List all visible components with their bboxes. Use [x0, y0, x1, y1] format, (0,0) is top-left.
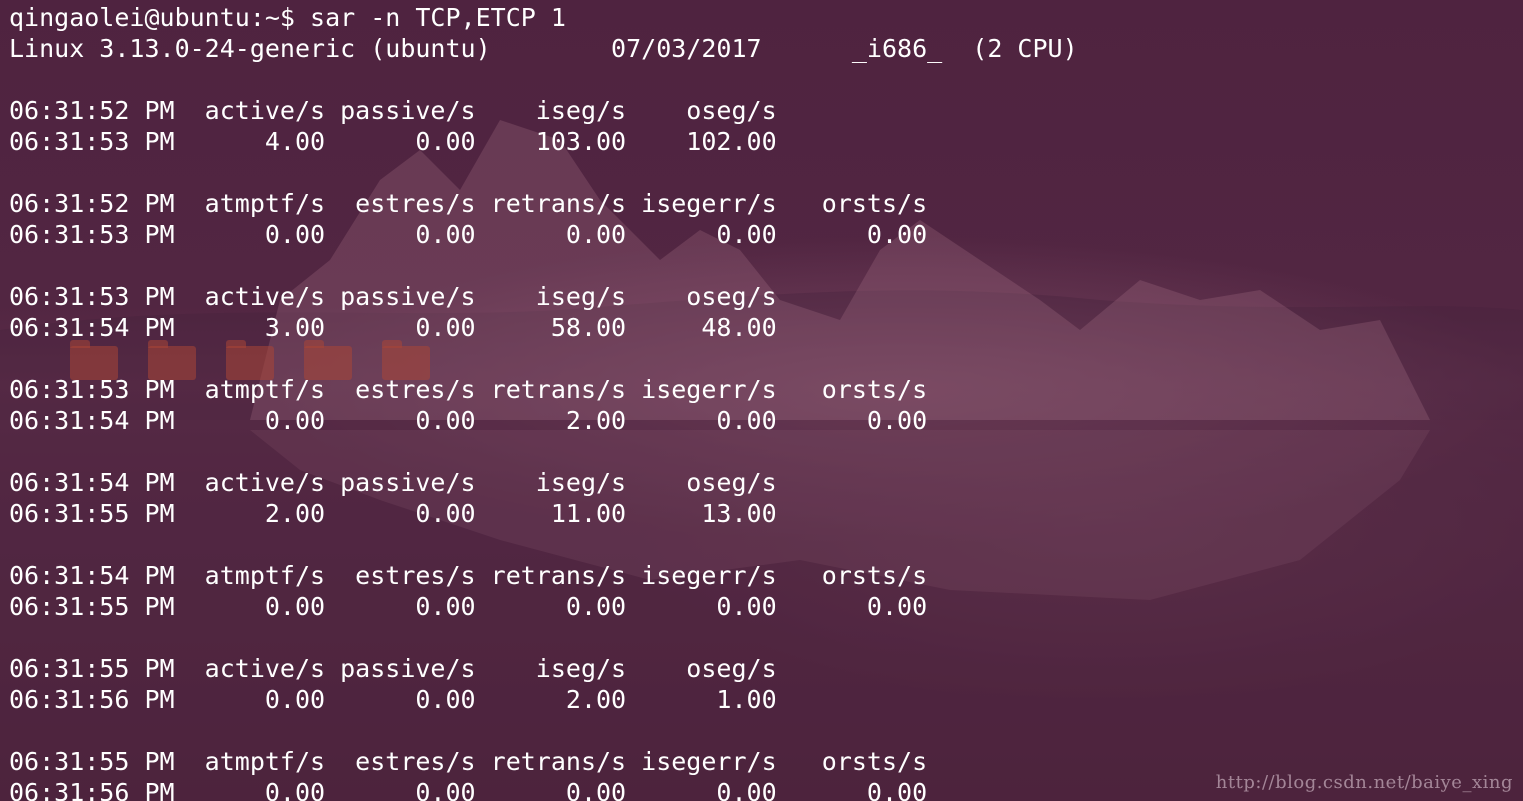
- tcp-header-line: 06:31:55 PM active/s passive/s iseg/s os…: [9, 654, 777, 683]
- tcp-values-line: 06:31:54 PM 3.00 0.00 58.00 48.00: [9, 313, 777, 342]
- tcp-header-line: 06:31:54 PM active/s passive/s iseg/s os…: [9, 468, 777, 497]
- etcp-values-line: 06:31:54 PM 0.00 0.00 2.00 0.00 0.00: [9, 406, 928, 435]
- tcp-values-line: 06:31:53 PM 4.00 0.00 103.00 102.00: [9, 127, 777, 156]
- terminal-window[interactable]: qingaolei@ubuntu:~$ sar -n TCP,ETCP 1 Lin…: [0, 0, 1523, 801]
- system-info-line: Linux 3.13.0-24-generic (ubuntu) 07/03/2…: [9, 34, 1078, 63]
- tcp-values-line: 06:31:56 PM 0.00 0.00 2.00 1.00: [9, 685, 777, 714]
- terminal-output: qingaolei@ubuntu:~$ sar -n TCP,ETCP 1 Lin…: [9, 2, 1078, 801]
- etcp-values-line: 06:31:53 PM 0.00 0.00 0.00 0.00 0.00: [9, 220, 928, 249]
- etcp-header-line: 06:31:55 PM atmptf/s estres/s retrans/s …: [9, 747, 928, 776]
- tcp-header-line: 06:31:53 PM active/s passive/s iseg/s os…: [9, 282, 777, 311]
- watermark-url: http://blog.csdn.net/baiye_xing: [1215, 772, 1513, 793]
- tcp-values-line: 06:31:55 PM 2.00 0.00 11.00 13.00: [9, 499, 777, 528]
- etcp-header-line: 06:31:53 PM atmptf/s estres/s retrans/s …: [9, 375, 928, 404]
- tcp-header-line: 06:31:52 PM active/s passive/s iseg/s os…: [9, 96, 777, 125]
- etcp-values-line: 06:31:56 PM 0.00 0.00 0.00 0.00 0.00: [9, 778, 928, 801]
- etcp-header-line: 06:31:54 PM atmptf/s estres/s retrans/s …: [9, 561, 928, 590]
- etcp-values-line: 06:31:55 PM 0.00 0.00 0.00 0.00 0.00: [9, 592, 928, 621]
- etcp-header-line: 06:31:52 PM atmptf/s estres/s retrans/s …: [9, 189, 928, 218]
- terminal-prompt-line: qingaolei@ubuntu:~$ sar -n TCP,ETCP 1: [9, 3, 566, 32]
